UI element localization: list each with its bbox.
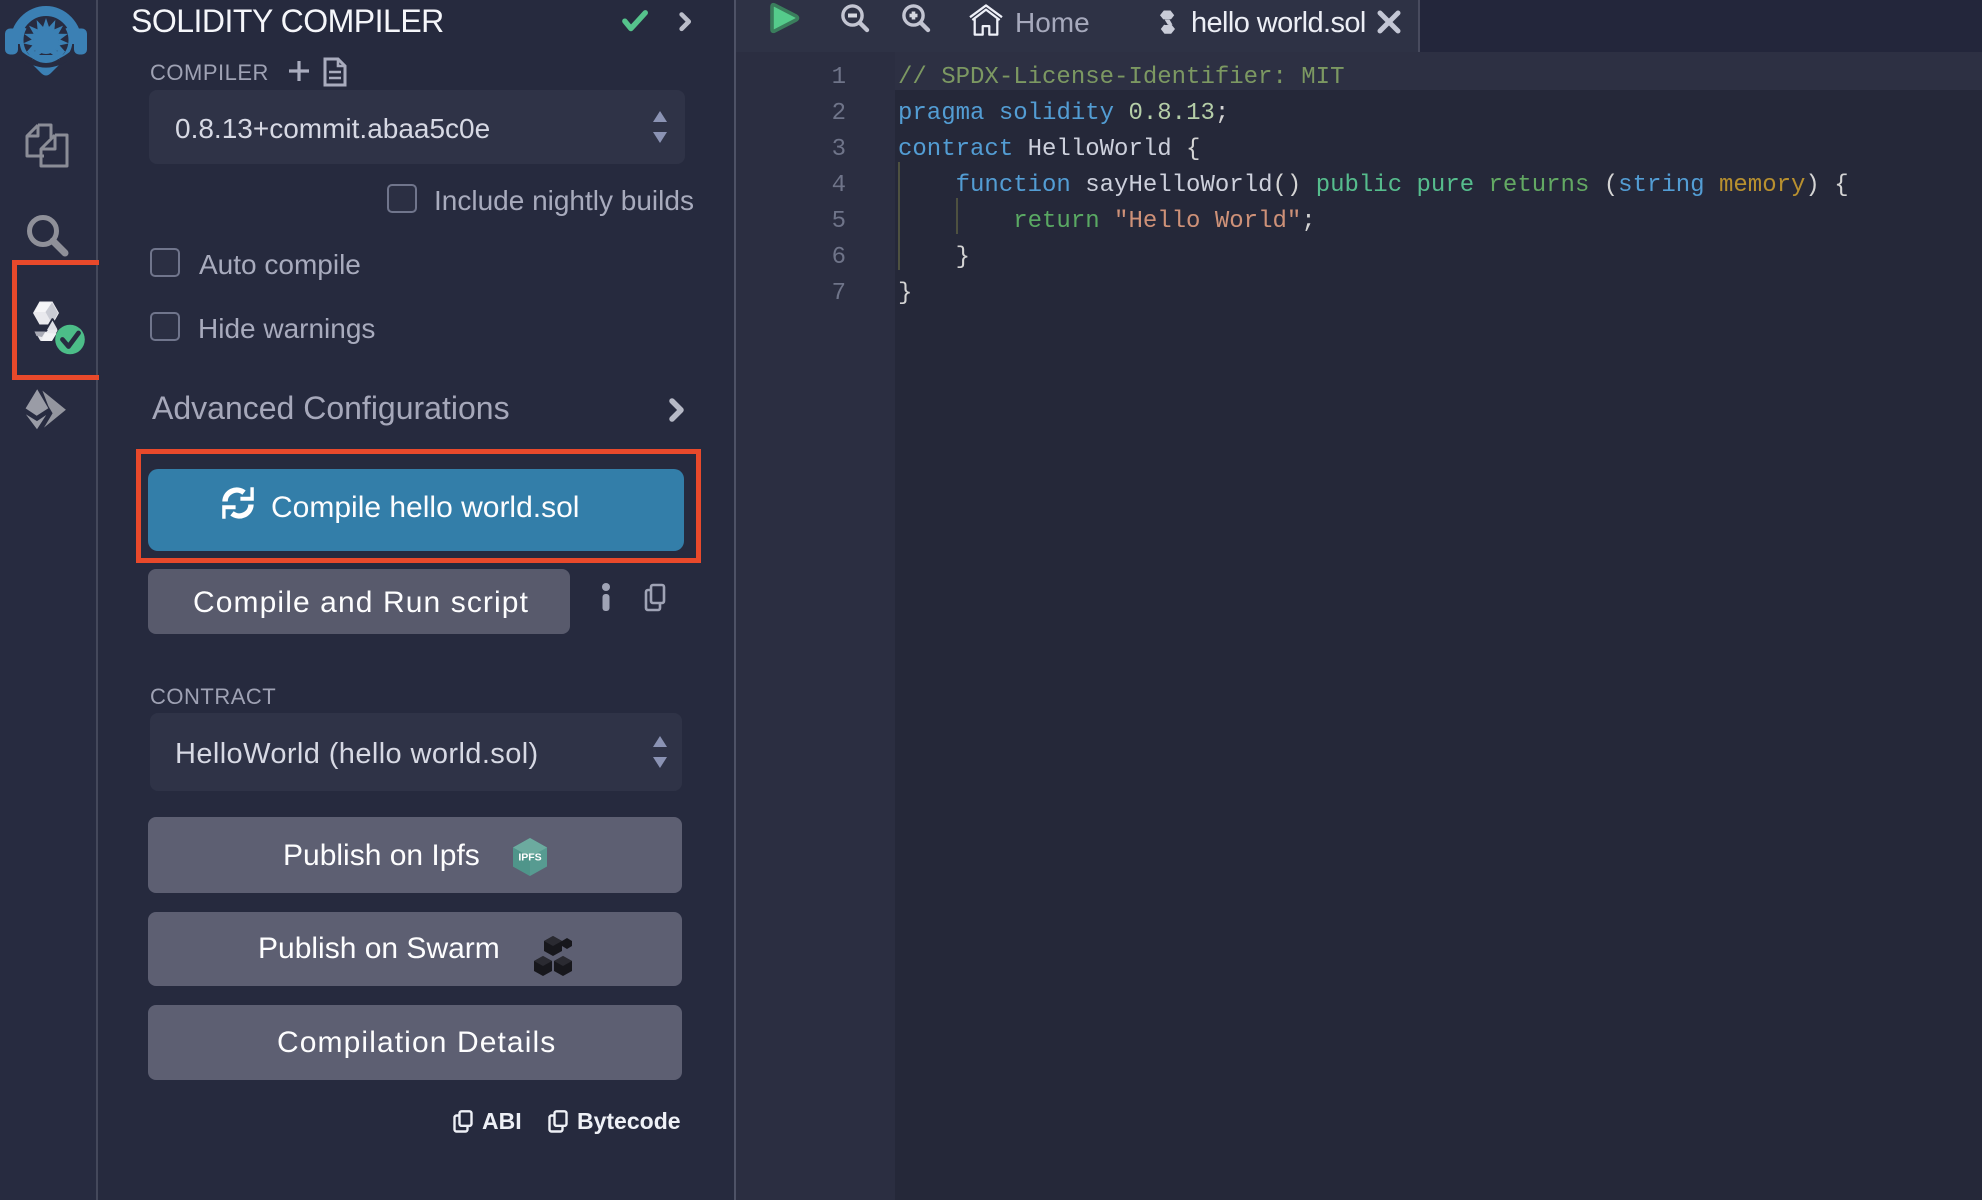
svg-text:IPFS: IPFS — [518, 852, 541, 864]
